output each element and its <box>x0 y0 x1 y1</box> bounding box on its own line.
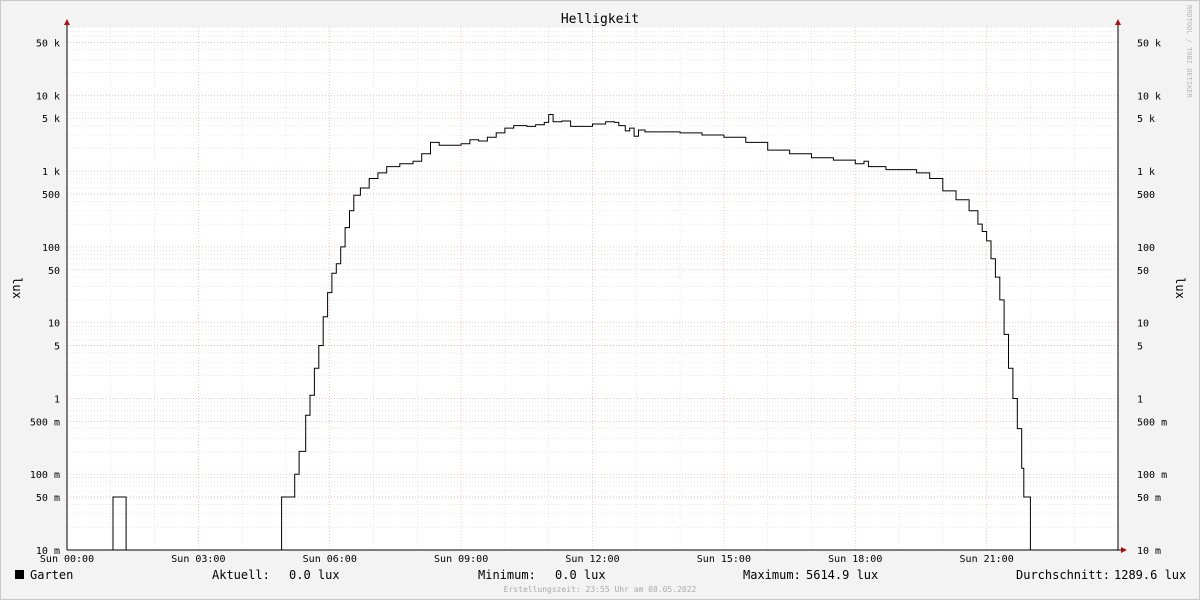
x-tick-label: Sun 09:00 <box>434 554 488 565</box>
y-tick-label-right: 50 m <box>1137 493 1161 504</box>
y-tick-label-left: 1 <box>54 394 60 405</box>
legend-series-name: Garten <box>30 568 73 582</box>
y-tick-label-left: 5 <box>54 342 60 353</box>
legend-average-value: 1289.6 lux <box>1114 568 1186 582</box>
x-tick-label: Sun 00:00 <box>40 554 94 565</box>
y-tick-label-right: 50 k <box>1137 38 1161 49</box>
legend-minimum-value: 0.0 lux <box>555 568 606 582</box>
y-tick-labels-left: 10 m50 m100 m500 m1510501005001 k5 k10 k… <box>30 38 60 557</box>
x-tick-label: Sun 18:00 <box>828 554 882 565</box>
legend-minimum-label: Minimum: <box>478 568 536 582</box>
x-tick-label: Sun 21:00 <box>960 554 1014 565</box>
x-tick-labels: Sun 00:00 Sun 03:00 Sun 06:00 Sun 09:00 Sun … <box>40 554 1014 565</box>
y-tick-label-right: 10 k <box>1137 91 1161 102</box>
y-tick-label-right: 10 <box>1137 319 1149 330</box>
y-tick-label-right: 5 k <box>1137 114 1155 125</box>
y-tick-label-left: 100 m <box>30 470 60 481</box>
y-tick-label-left: 50 k <box>36 38 60 49</box>
y-axis-label-left: lux <box>10 277 24 299</box>
y-tick-label-left: 5 k <box>42 114 60 125</box>
y-tick-label-left: 500 <box>42 190 60 201</box>
y-tick-labels-right: 10 m 50 m 100 m 500 m 1 5 10 50 100 500 1 k 5 k 10 k… <box>1137 38 1167 557</box>
y-tick-label-left: 500 m <box>30 417 60 428</box>
legend-current-label: Aktuell: <box>212 568 270 582</box>
legend-maximum-label: Maximum: <box>743 568 801 582</box>
legend-swatch <box>15 570 24 579</box>
y-tick-label-right: 100 <box>1137 243 1155 254</box>
y-tick-label-left: 100 <box>42 243 60 254</box>
y-tick-label-left: 10 k <box>36 91 60 102</box>
rrdtool-watermark: RRDTOOL / TOBI OETIKER <box>1185 5 1193 99</box>
x-tick-label: Sun 15:00 <box>697 554 751 565</box>
y-tick-label-left: 1 k <box>42 167 60 178</box>
legend-maximum-value: 5614.9 lux <box>806 568 878 582</box>
y-tick-label-right: 1 <box>1137 394 1143 405</box>
y-axis-arrow-right <box>1115 19 1121 25</box>
brightness-chart: 10 m 50 m 100 m 500 m 1 5 10 50 100 500 1 k 5 k 10 k… <box>10 5 1193 594</box>
y-tick-label-right: 100 m <box>1137 470 1167 481</box>
y-tick-label-left: 10 <box>48 319 60 330</box>
creation-time-footer: Erstellungszeit: 23:55 Uhr am 08.05.2022 <box>504 585 697 594</box>
chart-title: Helligkeit <box>561 12 639 27</box>
y-tick-label-right: 50 <box>1137 266 1149 277</box>
x-tick-label: Sun 12:00 <box>565 554 619 565</box>
y-tick-label-right: 5 <box>1137 342 1143 353</box>
y-tick-label-right: 10 m <box>1137 546 1161 557</box>
y-tick-label-right: 500 <box>1137 190 1155 201</box>
legend-average-label: Durchschnitt: <box>1016 568 1110 582</box>
y-tick-label-right: 1 k <box>1137 167 1155 178</box>
y-tick-label-left: 50 <box>48 266 60 277</box>
x-tick-label: Sun 06:00 <box>303 554 357 565</box>
y-tick-label-left: 50 m <box>36 493 60 504</box>
x-tick-label: Sun 03:00 <box>171 554 225 565</box>
y-tick-label-right: 500 m <box>1137 417 1167 428</box>
y-axis-arrow-left <box>64 19 70 25</box>
legend-current-value: 0.0 lux <box>289 568 340 582</box>
x-axis-arrow <box>1121 547 1127 553</box>
y-axis-label-right: lux <box>1173 277 1187 299</box>
